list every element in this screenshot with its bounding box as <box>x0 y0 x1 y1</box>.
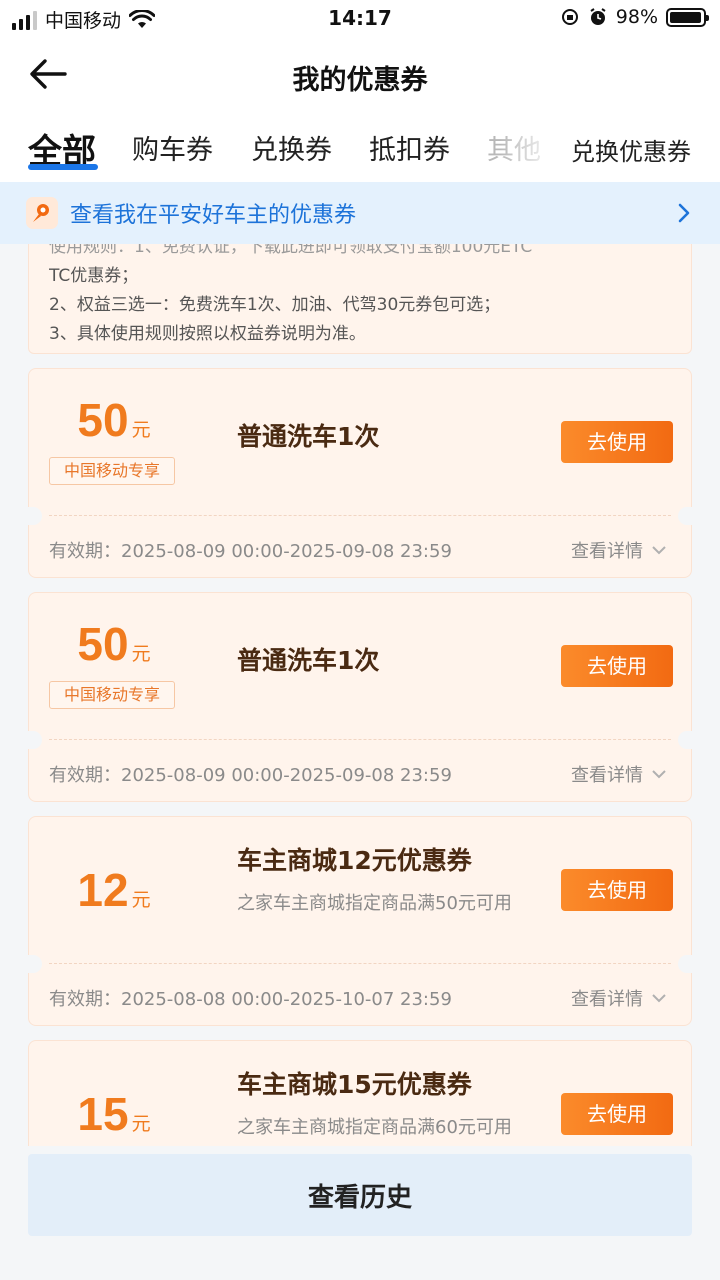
view-details-button[interactable]: 查看详情 <box>571 761 667 787</box>
coupon-divider <box>49 739 671 740</box>
pingan-coupon-banner[interactable]: 查看我在平安好车主的优惠券 <box>0 182 720 244</box>
chevron-right-icon <box>678 203 690 223</box>
coupon-validity: 有效期：2025-08-08 00:00-2025-10-07 23:59 <box>49 989 452 1010</box>
tab-fade-overlay <box>500 110 560 182</box>
coupon-validity: 有效期：2025-08-09 00:00-2025-09-08 23:59 <box>49 765 452 786</box>
coupon-amount: 50 元 <box>29 617 199 671</box>
coupon-description: 之家车主商城指定商品满50元可用 <box>237 893 512 914</box>
coupon-tag: 中国移动专享 <box>49 681 175 709</box>
battery-icon <box>666 7 709 27</box>
rules-line-1: 使用规则：1、免费认证，下载此进即可领取支付宝额100元ETC <box>49 244 533 257</box>
coupon-card: 50 元 中国移动专享 普通洗车1次 去使用 有效期：2025-08-09 00:… <box>28 368 692 578</box>
coupon-notch <box>28 507 42 525</box>
use-coupon-button[interactable]: 去使用 <box>561 421 673 463</box>
coupon-amount-value: 50 <box>77 394 129 446</box>
view-details-label: 查看详情 <box>571 541 643 562</box>
tab-car-purchase[interactable]: 购车券 <box>132 128 213 167</box>
status-bar: 中国移动 14:17 98% <box>0 0 720 38</box>
coupon-tag: 中国移动专享 <box>49 457 175 485</box>
view-details-button[interactable]: 查看详情 <box>571 537 667 563</box>
use-coupon-button[interactable]: 去使用 <box>561 1093 673 1135</box>
tab-deduction[interactable]: 抵扣券 <box>369 128 450 167</box>
use-coupon-button[interactable]: 去使用 <box>561 645 673 687</box>
coupon-card: 12 元 车主商城12元优惠券 之家车主商城指定商品满50元可用 去使用 有效期：… <box>28 816 692 1026</box>
status-right: 98% <box>560 6 709 28</box>
view-details-label: 查看详情 <box>571 989 643 1010</box>
rules-line-3: 2、权益三选一：免费洗车1次、加油、代驾30元券包可选； <box>49 295 501 315</box>
chevron-down-icon <box>652 770 666 779</box>
chevron-down-icon <box>652 546 666 555</box>
coupon-title: 普通洗车1次 <box>237 422 380 451</box>
coupon-notch <box>678 731 692 749</box>
coupon-title: 普通洗车1次 <box>237 646 380 675</box>
coupon-amount-value: 15 <box>77 1088 129 1140</box>
coupon-amount-unit: 元 <box>131 1113 151 1135</box>
rules-line-4: 3、具体使用规则按照以权益券说明为准。 <box>49 324 366 344</box>
battery-percent: 98% <box>615 6 658 28</box>
coupon-notch <box>28 731 42 749</box>
tab-bar: 全部 购车券 兑换券 抵扣券 其他 兑换优惠券 <box>0 110 720 182</box>
coupon-amount-unit: 元 <box>131 889 151 911</box>
coupon-title: 车主商城15元优惠券 <box>237 1070 472 1099</box>
coupon-amount-value: 12 <box>77 864 129 916</box>
coupon-notch <box>678 507 692 525</box>
coupon-card: 50 元 中国移动专享 普通洗车1次 去使用 有效期：2025-08-09 00:… <box>28 592 692 802</box>
rotation-lock-icon <box>561 9 578 25</box>
coupon-divider <box>49 963 671 964</box>
coupon-amount: 12 元 <box>29 863 199 917</box>
rules-line-2: TC优惠券； <box>49 266 139 286</box>
bottom-safe-area <box>0 1236 720 1280</box>
view-history-button[interactable]: 查看历史 <box>28 1154 692 1236</box>
view-details-button[interactable]: 查看详情 <box>571 985 667 1011</box>
use-coupon-button[interactable]: 去使用 <box>561 869 673 911</box>
coupon-title: 车主商城12元优惠券 <box>237 846 472 875</box>
alarm-icon <box>590 8 606 25</box>
chevron-down-icon <box>652 994 666 1003</box>
tab-active-indicator <box>28 164 98 170</box>
coupon-divider <box>49 515 671 516</box>
coupon-description: 之家车主商城指定商品满60元可用 <box>237 1117 512 1138</box>
rules-card: 使用规则：1、免费认证，下载此进即可领取支付宝额100元ETC TC优惠券； 2… <box>28 244 692 354</box>
coupon-amount: 50 元 <box>29 393 199 447</box>
coupon-list[interactable]: 使用规则：1、免费认证，下载此进即可领取支付宝额100元ETC TC优惠券； 2… <box>0 244 720 1146</box>
coupon-validity: 有效期：2025-08-09 00:00-2025-09-08 23:59 <box>49 541 452 562</box>
page-title: 我的优惠券 <box>292 65 428 96</box>
pingan-logo-icon <box>26 197 58 229</box>
tab-exchange[interactable]: 兑换券 <box>251 128 332 167</box>
coupon-amount-value: 50 <box>77 618 129 670</box>
tab-exchange-coupon[interactable]: 兑换优惠券 <box>571 132 691 167</box>
pingan-banner-text: 查看我在平安好车主的优惠券 <box>70 203 357 228</box>
view-details-label: 查看详情 <box>571 765 643 786</box>
coupon-amount-unit: 元 <box>131 643 151 665</box>
coupon-amount-unit: 元 <box>131 419 151 441</box>
coupon-amount: 15 元 <box>29 1087 199 1141</box>
coupon-notch <box>678 955 692 973</box>
coupon-notch <box>28 955 42 973</box>
view-history-label: 查看历史 <box>307 1182 412 1213</box>
nav-bar: 我的优惠券 <box>0 38 720 110</box>
coupon-card: 15 元 车主商城15元优惠券 之家车主商城指定商品满60元可用 去使用 <box>28 1040 692 1146</box>
